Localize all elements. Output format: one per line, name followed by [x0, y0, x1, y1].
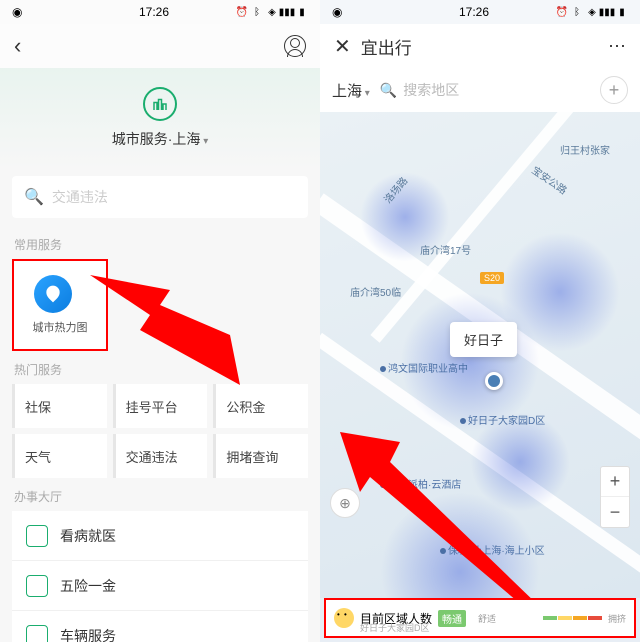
add-button[interactable]: +: [600, 76, 628, 104]
list-item[interactable]: 车辆服务: [12, 611, 308, 642]
sim-icon: ◉: [12, 5, 22, 19]
search-placeholder: 搜索地区: [403, 80, 459, 100]
zoom-in-button[interactable]: +: [601, 467, 629, 497]
locate-button[interactable]: ⊕: [330, 488, 360, 518]
zoom-control: + −: [600, 466, 630, 528]
clock: 17:26: [72, 5, 236, 19]
highway-badge: S20: [480, 272, 504, 284]
poi-label: 归王村张家: [560, 142, 610, 157]
office-list: 看病就医 五险一金 车辆服务: [12, 511, 308, 642]
navbar: ‹: [0, 24, 320, 68]
status-icons: ⏰ ᛒ ◈ ▮▮▮ ▮: [236, 6, 308, 18]
poi-label: 庙介湾17号: [420, 242, 471, 257]
status-badge: 畅通: [438, 610, 466, 627]
signal-icon: ▮▮▮: [281, 6, 293, 18]
search-row: 上海 🔍 搜索地区 +: [320, 68, 640, 112]
legend-label: 舒适: [478, 612, 496, 625]
heatmap-label: 城市热力图: [24, 319, 96, 335]
close-button[interactable]: ✕: [334, 34, 351, 59]
battery-icon: ▮: [296, 6, 308, 18]
city-services-screen: ◉ 17:26 ⏰ ᛒ ◈ ▮▮▮ ▮ ‹ 城市服务·上海 🔍 交通违法 常用服…: [0, 0, 320, 642]
legend-label: 拥挤: [608, 612, 626, 625]
section-hot: 热门服务: [0, 351, 320, 384]
section-common: 常用服务: [0, 226, 320, 259]
poi-label: 庙介湾50临: [350, 284, 401, 299]
hot-item[interactable]: 挂号平台: [113, 384, 208, 428]
face-icon: [334, 608, 354, 628]
search-icon: 🔍: [24, 187, 44, 207]
map-callout[interactable]: 好日子: [450, 322, 517, 357]
heatmap-screen: ◉ 17:26 ⏰ᛒ◈▮▮▮▮ ✕ 宜出行 ⋯ 上海 🔍 搜索地区 + 庙介湾1…: [320, 0, 640, 642]
clock: 17:26: [392, 5, 556, 19]
alarm-icon: ⏰: [236, 6, 248, 18]
search-icon: 🔍: [380, 82, 397, 99]
vehicle-icon: [26, 625, 48, 642]
more-button[interactable]: ⋯: [608, 36, 626, 57]
road-label: 宝安公路: [529, 162, 570, 197]
page-title: 宜出行: [351, 34, 608, 59]
poi-label: 鸿文国际职业高中: [380, 360, 468, 375]
section-office: 办事大厅: [0, 478, 320, 511]
crowd-sublabel: 好日子大家园D区: [360, 621, 430, 634]
statusbar: ◉ 17:26 ⏰ᛒ◈▮▮▮▮: [320, 0, 640, 24]
heatmap-icon: [34, 275, 72, 313]
legend-bar: [543, 616, 602, 620]
poi-label: 保利·叶上海·海上小区: [440, 542, 545, 557]
wifi-icon: ◈: [266, 6, 278, 18]
city-selector[interactable]: 上海: [332, 80, 370, 101]
poi-label: 如家派柏·云酒店: [380, 476, 461, 491]
hot-item[interactable]: 公积金: [213, 384, 308, 428]
profile-icon[interactable]: [284, 35, 306, 57]
hot-item[interactable]: 天气: [12, 434, 107, 478]
poi-label: 好日子大家园D区: [460, 412, 545, 427]
hot-item[interactable]: 交通违法: [113, 434, 208, 478]
bluetooth-icon: ᛒ: [251, 6, 263, 18]
hero: 城市服务·上海: [0, 68, 320, 168]
list-item[interactable]: 五险一金: [12, 561, 308, 611]
navbar: ✕ 宜出行 ⋯: [320, 24, 640, 68]
city-icon: [143, 87, 177, 121]
sim-icon: ◉: [332, 5, 342, 19]
search-input[interactable]: 🔍 交通违法: [12, 176, 308, 218]
zoom-out-button[interactable]: −: [601, 497, 629, 527]
map-pin: [485, 372, 503, 390]
insurance-icon: [26, 575, 48, 597]
list-item[interactable]: 看病就医: [12, 511, 308, 561]
search-input[interactable]: 🔍 搜索地区: [380, 80, 590, 100]
hot-item[interactable]: 社保: [12, 384, 107, 428]
statusbar: ◉ 17:26 ⏰ ᛒ ◈ ▮▮▮ ▮: [0, 0, 320, 24]
medical-icon: [26, 525, 48, 547]
map-canvas[interactable]: 庙介湾17号 庙介湾50临 鸿文国际职业高中 好日子大家园D区 如家派柏·云酒店…: [320, 112, 640, 598]
back-button[interactable]: ‹: [14, 33, 21, 59]
heatmap-card[interactable]: 城市热力图: [12, 259, 108, 351]
hot-item[interactable]: 拥堵查询: [213, 434, 308, 478]
status-icons: ⏰ᛒ◈▮▮▮▮: [556, 6, 628, 18]
city-selector[interactable]: 城市服务·上海: [112, 129, 208, 149]
hot-grid: 社保 挂号平台 公积金 天气 交通违法 拥堵查询: [12, 384, 308, 478]
crowd-bar[interactable]: 目前区域人数 畅通 舒适 拥挤 好日子大家园D区: [324, 598, 636, 638]
search-placeholder: 交通违法: [52, 187, 108, 207]
